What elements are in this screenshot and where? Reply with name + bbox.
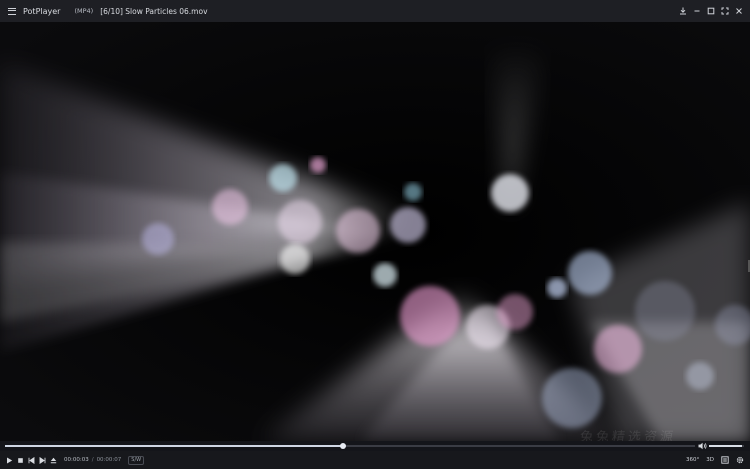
current-time: 00:00:03: [64, 457, 89, 463]
play-button[interactable]: [4, 451, 15, 469]
play-icon: [7, 457, 13, 463]
minimize-button[interactable]: [690, 0, 704, 22]
playlist-button[interactable]: [719, 451, 731, 469]
playlist-icon: [721, 456, 729, 464]
fullscreen-icon: [721, 7, 729, 15]
seek-thumb[interactable]: [340, 443, 347, 449]
previous-button[interactable]: [26, 451, 37, 469]
main-menu-button[interactable]: [3, 0, 21, 22]
next-icon: [39, 456, 46, 464]
time-display: 00:00:03/00:00:07: [64, 457, 121, 463]
seek-bar[interactable]: [5, 443, 695, 449]
previous-icon: [28, 456, 35, 464]
hamburger-icon: [8, 7, 16, 15]
total-duration: 00:00:07: [96, 457, 122, 463]
seek-row: [0, 441, 750, 451]
minimize-icon: [694, 10, 700, 12]
next-button[interactable]: [37, 451, 48, 469]
eject-icon: [50, 457, 57, 463]
close-button[interactable]: [732, 0, 746, 22]
file-title: [6/10] Slow Particles 06.mov: [100, 6, 208, 16]
control-bar: 00:00:03/00:00:07 S/W 360° 3D: [0, 451, 750, 469]
volume-icon[interactable]: [698, 442, 707, 450]
app-name: PotPlayer: [23, 6, 61, 16]
stop-button[interactable]: [15, 451, 26, 469]
settings-button[interactable]: [734, 451, 746, 469]
video-content: [0, 22, 750, 441]
window-controls: [676, 0, 746, 22]
time-separator: /: [91, 457, 94, 463]
stop-icon: [18, 457, 23, 463]
maximize-button[interactable]: [704, 0, 718, 22]
eject-button[interactable]: [48, 451, 59, 469]
volume-level: [709, 445, 743, 447]
download-button[interactable]: [676, 0, 690, 22]
maximize-icon: [707, 7, 715, 15]
format-badge: (MP4): [74, 7, 94, 15]
seek-progress: [5, 445, 344, 447]
right-controls: 360° 3D: [684, 451, 746, 469]
vr-360-button[interactable]: 360°: [684, 451, 701, 469]
mode-badge[interactable]: S/W: [128, 455, 145, 465]
download-icon: [680, 7, 686, 15]
settings-icon: [736, 456, 744, 464]
title-bar: PotPlayer (MP4) [6/10] Slow Particles 06…: [0, 0, 750, 22]
close-icon: [736, 8, 742, 14]
volume-slider[interactable]: [709, 445, 744, 447]
video-frame[interactable]: [0, 22, 750, 441]
3d-button[interactable]: 3D: [704, 451, 716, 469]
fullscreen-button[interactable]: [718, 0, 732, 22]
